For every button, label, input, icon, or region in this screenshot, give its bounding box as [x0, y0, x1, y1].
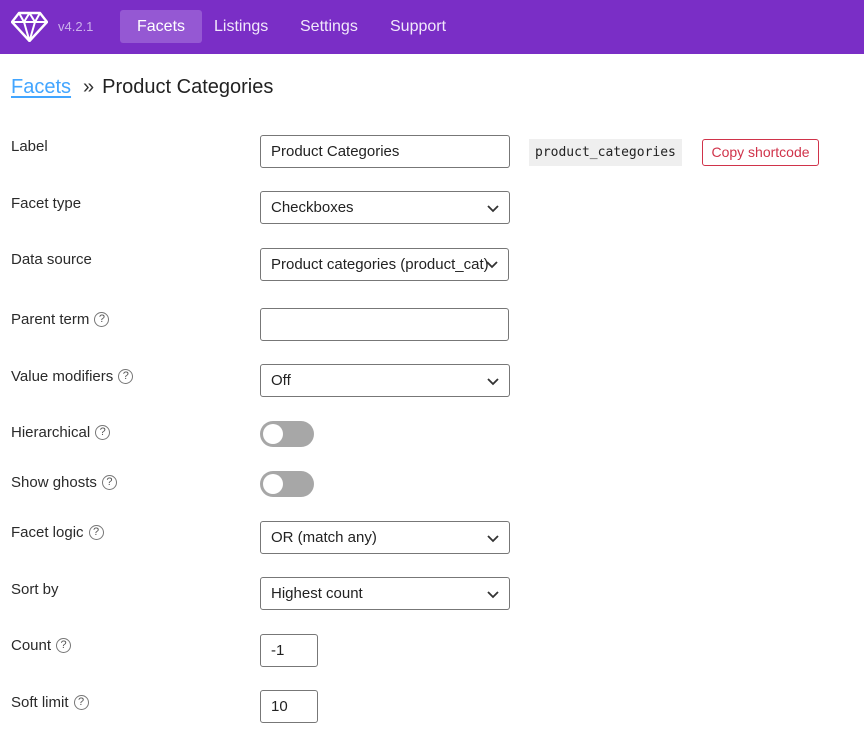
facet-logic-select[interactable]: OR (match any)	[260, 521, 510, 554]
help-icon[interactable]: ?	[88, 525, 104, 540]
parent-term-label-text: Parent term	[11, 311, 90, 328]
soft-limit-label: Soft limit?	[11, 694, 89, 711]
parent-term-input[interactable]	[260, 308, 509, 341]
page-title: Product Categories	[102, 76, 274, 98]
value-modifiers-label: Value modifiers?	[11, 368, 134, 385]
tab-support[interactable]: Support	[373, 10, 463, 43]
show-ghosts-label: Show ghosts?	[11, 474, 117, 491]
data-source-label-text: Data source	[11, 251, 92, 268]
copy-shortcode-button[interactable]: Copy shortcode	[702, 139, 819, 166]
toggle-knob	[263, 424, 283, 444]
label-input[interactable]: Product Categories	[260, 135, 510, 168]
data-source-label: Data source	[11, 251, 92, 268]
toggle-knob	[263, 474, 283, 494]
soft-limit-input[interactable]: 10	[260, 690, 318, 723]
facet-type-value: Checkboxes	[271, 199, 354, 216]
sort-by-label: Sort by	[11, 581, 59, 598]
version-label: v4.2.1	[58, 19, 94, 34]
breadcrumb: Facets » Product Categories	[11, 76, 273, 99]
sort-by-label-text: Sort by	[11, 581, 59, 598]
breadcrumb-separator: »	[83, 76, 95, 98]
chevron-down-icon	[487, 535, 499, 543]
sort-by-select[interactable]: Highest count	[260, 577, 510, 610]
count-label-text: Count	[11, 637, 52, 654]
chevron-down-icon	[487, 205, 499, 213]
value-modifiers-label-text: Value modifiers	[11, 368, 114, 385]
tab-settings[interactable]: Settings	[283, 10, 375, 43]
breadcrumb-facets-link[interactable]: Facets	[11, 76, 71, 98]
count-label: Count?	[11, 637, 72, 654]
help-icon[interactable]: ?	[73, 695, 89, 710]
help-icon[interactable]: ?	[95, 425, 111, 440]
help-icon[interactable]: ?	[94, 312, 110, 327]
data-source-value: Product categories (product_cat)	[271, 256, 489, 273]
top-nav-bar: v4.2.1 Facets Listings Settings Support	[0, 0, 864, 54]
diamond-icon[interactable]	[11, 11, 48, 42]
shortcode-chip: product_categories	[529, 139, 682, 166]
label-text: Label	[11, 138, 48, 155]
chevron-down-icon	[486, 261, 498, 269]
chevron-down-icon	[487, 378, 499, 386]
tab-listings[interactable]: Listings	[197, 10, 285, 43]
tab-facets[interactable]: Facets	[120, 10, 203, 43]
facet-type-select[interactable]: Checkboxes	[260, 191, 510, 224]
data-source-select[interactable]: Product categories (product_cat)	[260, 248, 509, 281]
show-ghosts-label-text: Show ghosts	[11, 474, 97, 491]
parent-term-label: Parent term?	[11, 311, 110, 328]
facet-type-label: Facet type	[11, 195, 81, 212]
help-icon[interactable]: ?	[56, 638, 72, 653]
chevron-down-icon	[487, 591, 499, 599]
value-modifiers-select[interactable]: Off	[260, 364, 510, 397]
soft-limit-label-text: Soft limit	[11, 694, 69, 711]
help-icon[interactable]: ?	[101, 475, 117, 490]
facet-type-label-text: Facet type	[11, 195, 82, 212]
facet-logic-label-text: Facet logic	[11, 524, 84, 541]
help-icon[interactable]: ?	[118, 369, 134, 384]
facet-logic-label: Facet logic?	[11, 524, 104, 541]
label-field-label: Label	[11, 138, 48, 155]
sort-by-value: Highest count	[271, 585, 363, 602]
hierarchical-label-text: Hierarchical	[11, 424, 91, 441]
count-input[interactable]: -1	[260, 634, 318, 667]
value-modifiers-value: Off	[271, 372, 291, 389]
facet-logic-value: OR (match any)	[271, 529, 377, 546]
hierarchical-toggle[interactable]	[260, 421, 314, 447]
show-ghosts-toggle[interactable]	[260, 471, 314, 497]
hierarchical-label: Hierarchical?	[11, 424, 111, 441]
